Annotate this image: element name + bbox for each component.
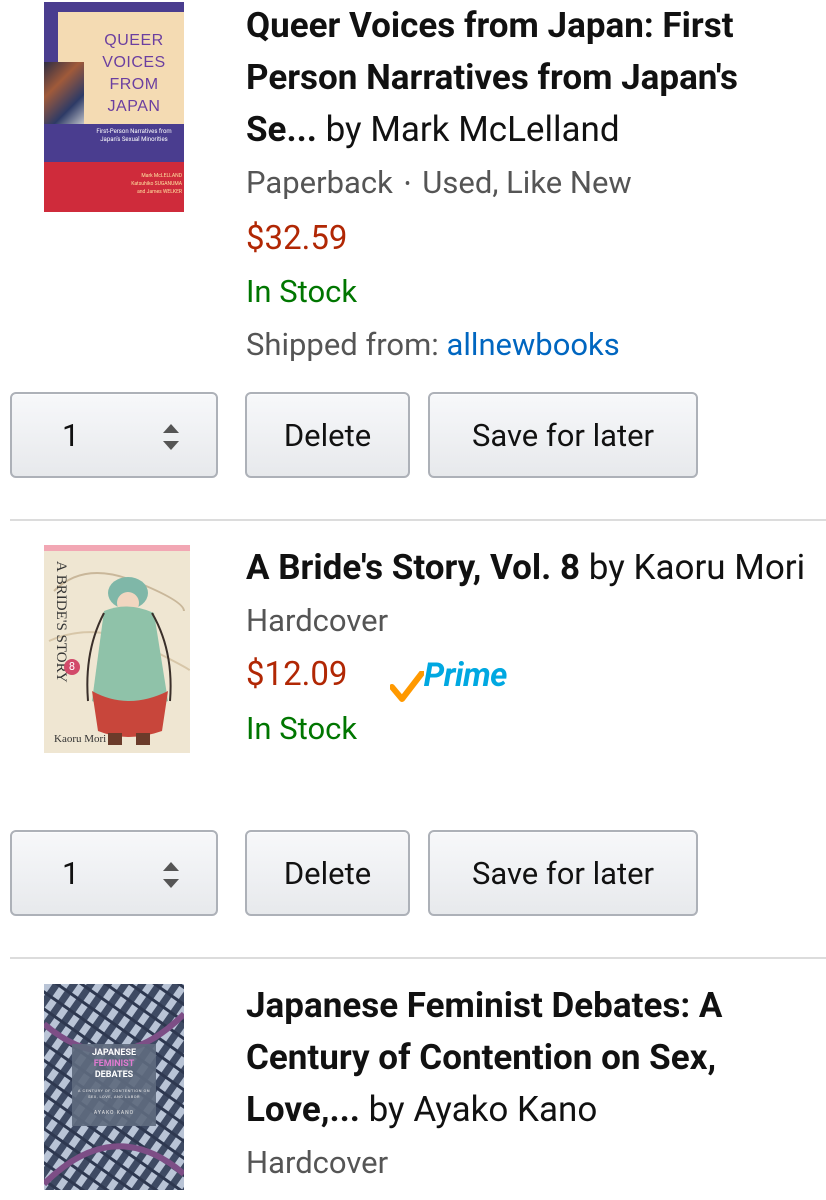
divider [10, 957, 826, 959]
cover-author: Kaoru Mori [54, 733, 107, 745]
format-label: Paperback [246, 164, 393, 201]
quantity-selector[interactable]: 1 [10, 392, 218, 478]
cover-author: AYAKO KANO [93, 1110, 135, 1116]
book-cover-image[interactable]: JAPANESE FEMINIST DEBATES A CENTURY OF C… [44, 984, 184, 1190]
item-controls: 1 Delete Save for later [10, 830, 710, 920]
save-for-later-button[interactable]: Save for later [428, 392, 698, 478]
prime-badge: Prime [389, 649, 508, 703]
item-title[interactable]: Queer Voices from Japan: First Person Na… [246, 0, 808, 156]
divider [10, 519, 826, 521]
shipped-from-row: Shipped from: allnewbooks [246, 318, 808, 372]
quantity-value: 1 [62, 854, 80, 892]
quantity-selector[interactable]: 1 [10, 830, 218, 916]
by-label: by [588, 547, 625, 588]
condition-label: Used, Like New [422, 164, 632, 201]
woven-pattern-icon [44, 984, 184, 1190]
format-label: Hardcover [246, 602, 389, 639]
bullet-separator: • [404, 173, 411, 195]
sort-arrows-icon [163, 862, 179, 888]
prime-check-icon [389, 671, 424, 703]
author-name: Kaoru Mori [633, 547, 806, 588]
format-label: Hardcover [246, 1144, 389, 1181]
item-title[interactable]: Japanese Feminist Debates: A Century of … [246, 980, 808, 1136]
stock-status: In Stock [246, 272, 358, 310]
cover-subtitle: First-Person Narratives from Japan's Sex… [96, 128, 172, 143]
by-label: by [368, 1089, 405, 1130]
item-info: Queer Voices from Japan: First Person Na… [246, 5, 808, 372]
item-format-row: Paperback • Used, Like New [246, 156, 808, 212]
item-controls: 1 Delete Save for later [10, 392, 710, 482]
prime-label: Prime [423, 656, 508, 696]
item-info: A Bride's Story, Vol. 8 by Kaoru Mori Ha… [246, 547, 808, 755]
save-for-later-button[interactable]: Save for later [428, 830, 698, 916]
item-price-row: $12.09 Prime [246, 648, 808, 703]
seller-link[interactable]: allnewbooks [447, 326, 620, 363]
cover-title-line2: FEMINIST [93, 1059, 135, 1069]
book-cover-image[interactable]: A BRIDE'S STORY 8 Kaoru Mori [44, 545, 190, 753]
item-info: Japanese Feminist Debates: A Century of … [246, 985, 808, 1190]
cover-title-line3: DEBATES [94, 1070, 134, 1080]
cover-editors: Mark McLELLAND Katsuhiko SUGANUMA and Ja… [131, 173, 182, 195]
cover-subtitle: A CENTURY OF CONTENTION ON SEX, LOVE, AN… [77, 1088, 151, 1099]
author-name: Mark McLelland [370, 109, 620, 150]
delete-button[interactable]: Delete [245, 392, 410, 478]
item-price: $12.09 [246, 655, 348, 694]
item-price: $32.59 [246, 218, 348, 258]
cover-title-line1: QUEER VOICES [102, 32, 166, 71]
author-name: Ayako Kano [413, 1089, 598, 1130]
book-cover-image[interactable]: QUEER VOICES FROM JAPAN First-Person Nar… [44, 2, 184, 212]
item-title-link[interactable]: A Bride's Story, Vol. 8 [246, 547, 580, 588]
quantity-value: 1 [62, 416, 80, 454]
stock-status: In Stock [246, 710, 358, 748]
by-label: by [325, 109, 362, 150]
cover-title-line1: JAPANESE [91, 1048, 137, 1058]
delete-button[interactable]: Delete [245, 830, 410, 916]
cover-volume: 8 [64, 659, 80, 675]
shipped-from-label: Shipped from: [246, 325, 439, 363]
sort-arrows-icon [163, 424, 179, 450]
cover-title-line2: FROM JAPAN [107, 76, 161, 115]
item-title[interactable]: A Bride's Story, Vol. 8 by Kaoru Mori [246, 542, 808, 594]
